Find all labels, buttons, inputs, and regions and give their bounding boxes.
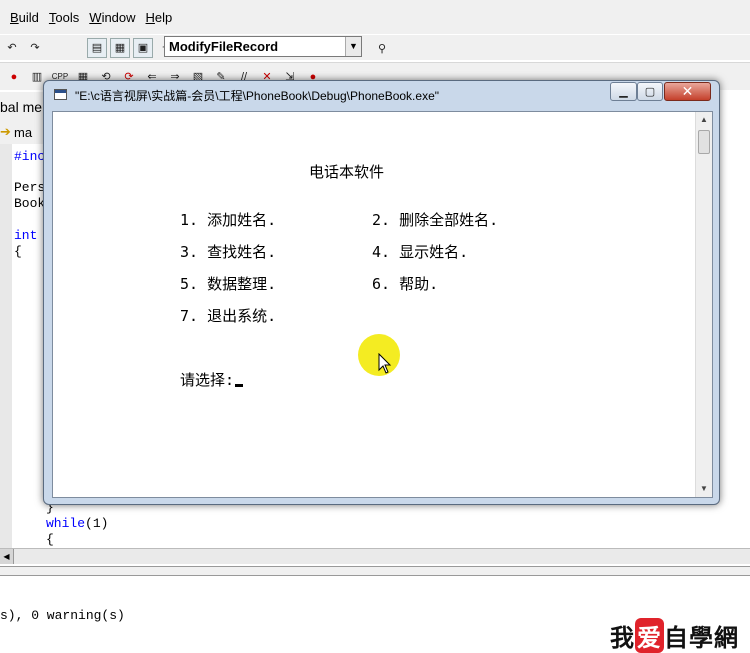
maximize-button[interactable]: ▢ [637, 82, 663, 101]
menu-tools[interactable]: Tools [49, 10, 79, 25]
redo-icon[interactable]: ↷ [25, 38, 45, 58]
find-icon[interactable]: ⚲ [372, 38, 392, 58]
undo-icon[interactable]: ↶ [2, 38, 22, 58]
function-combo-value: ModifyFileRecord [169, 39, 279, 54]
workspace-icon[interactable]: ▤ [87, 37, 107, 58]
scroll-thumb[interactable] [698, 130, 710, 154]
app-title: 电话本软件 [309, 163, 385, 181]
code-line: #inc [14, 149, 46, 164]
menu-option: 1. 添加姓名. [180, 211, 277, 229]
menu-help[interactable]: Help [146, 10, 173, 25]
text-cursor [235, 384, 244, 387]
while-keyword: while [46, 516, 86, 531]
menu-build[interactable]: Build [10, 10, 39, 25]
code-line-while: while(1) [46, 516, 108, 531]
menu-option: 7. 退出系统. [180, 307, 277, 325]
pane-divider[interactable] [0, 566, 750, 576]
console-app-icon[interactable] [54, 89, 67, 100]
while-condition: (1) [85, 516, 109, 531]
scroll-up-icon[interactable]: ▲ [696, 112, 712, 128]
scroll-down-icon[interactable]: ▼ [696, 481, 712, 497]
class-arrow-icon: ➔ [0, 124, 11, 139]
console-title: "E:\c语言视屏\实战篇-会员\工程\PhoneBook\Debug\Phon… [75, 89, 440, 103]
heart-icon: 爱 [635, 618, 664, 653]
console-output[interactable]: 电话本软件 1. 添加姓名. 2. 删除全部姓名. 3. 查找姓名. 4. 显示… [52, 111, 713, 498]
code-line: { [46, 532, 54, 547]
code-line: int [14, 228, 38, 243]
console-window[interactable]: "E:\c语言视屏\实战篇-会员\工程\PhoneBook\Debug\Phon… [43, 80, 720, 505]
code-line: Book [14, 196, 46, 211]
watermark-logo: 我爱自學網 [610, 618, 739, 653]
output-window-icon[interactable]: ▦ [110, 37, 130, 58]
watermark-text: 自學網 [664, 624, 739, 652]
close-button[interactable]: ✕ [664, 82, 711, 101]
menu-option: 3. 查找姓名. [180, 243, 277, 261]
window-list-icon[interactable]: ▣ [133, 37, 153, 58]
minimize-button[interactable]: ▁ [610, 82, 637, 101]
workspace-tab-label: bal me [0, 99, 43, 115]
build-stop-icon[interactable]: ● [4, 67, 24, 87]
watermark-text: 我 [610, 624, 635, 652]
class-combo-value: ma [14, 125, 33, 140]
code-line: Pers [14, 180, 46, 195]
prompt-label: 请选择: [180, 371, 235, 389]
menu-bar: Build Tools Window Help [0, 0, 750, 34]
chevron-down-icon[interactable]: ▼ [345, 37, 361, 56]
menu-option: 6. 帮助. [372, 275, 439, 293]
function-combo[interactable]: ModifyFileRecord ▼ [164, 36, 362, 57]
horizontal-scrollbar[interactable]: ◀ [0, 548, 750, 564]
vertical-scrollbar[interactable]: ▲ ▼ [695, 112, 712, 497]
menu-window[interactable]: Window [89, 10, 135, 25]
code-line: { [14, 244, 22, 259]
console-titlebar[interactable]: "E:\c语言视屏\实战篇-会员\工程\PhoneBook\Debug\Phon… [44, 81, 719, 109]
menu-option: 2. 删除全部姓名. [372, 211, 499, 229]
build-result-text: s), 0 warning(s) [0, 608, 125, 623]
input-prompt: 请选择: [180, 369, 244, 390]
menu-option: 5. 数据整理. [180, 275, 277, 293]
mouse-pointer-icon [378, 353, 392, 374]
scroll-left-icon[interactable]: ◀ [0, 549, 14, 564]
menu-option: 4. 显示姓名. [372, 243, 469, 261]
